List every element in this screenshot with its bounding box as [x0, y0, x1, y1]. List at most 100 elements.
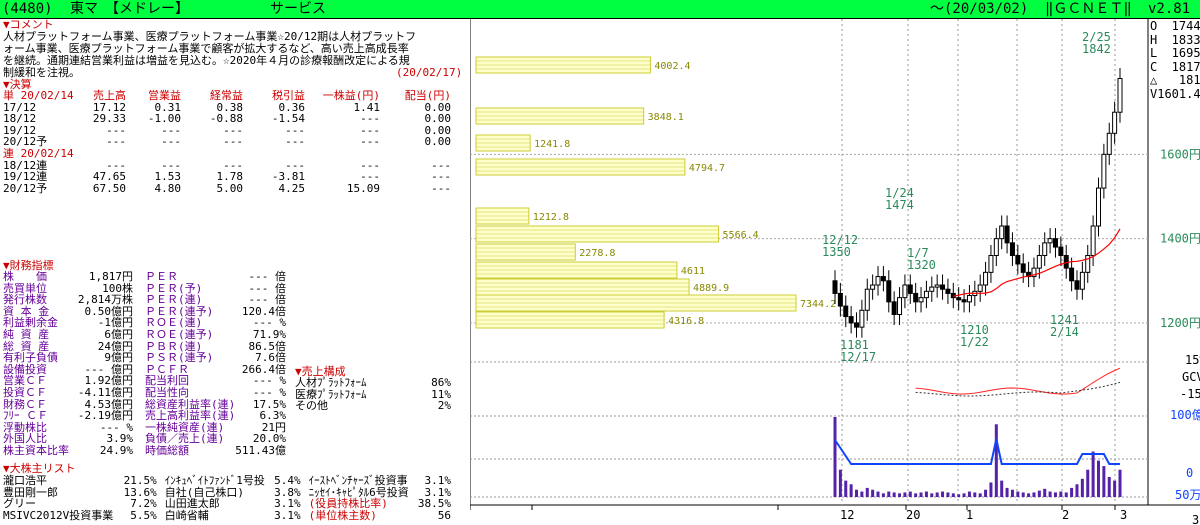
candle-body — [843, 305, 849, 318]
candle-body — [966, 295, 972, 303]
profile-value: 1212.8 — [533, 212, 569, 223]
candle-body — [859, 309, 865, 328]
volume-bar — [989, 482, 993, 497]
shareholder-ratio: 21.5% — [123, 474, 157, 487]
row-value: 9億円 — [104, 351, 133, 365]
right-edge-digit: 3 — [1192, 513, 1199, 525]
row-label: 株主資本比率 — [3, 443, 69, 457]
settlement-header-row: 単 20/02/14 売上高 営業益 経常益 税引益 一株益(円) 配当(円) — [3, 90, 451, 102]
candle-body — [956, 297, 962, 301]
candle-body — [1052, 238, 1058, 248]
candle-body — [1101, 153, 1107, 189]
market: 東マ — [70, 1, 98, 17]
volume-ratio-line — [834, 438, 1120, 465]
row-label: 売上高利益率(連) — [145, 409, 236, 423]
volume-bar — [844, 480, 848, 497]
volume-bar — [887, 491, 891, 497]
profile-value: 5566.4 — [723, 230, 759, 241]
candle-body — [1074, 280, 1080, 290]
volume-bar — [919, 492, 923, 497]
candle-body — [1117, 78, 1123, 113]
row-label: 投資ＣＦ — [3, 385, 47, 399]
row-label: 人材ﾌﾟﾗｯﾄﾌｫｰﾑ — [295, 376, 367, 389]
row-label: 19/12連 — [3, 170, 48, 184]
cell: 1.53 — [154, 170, 182, 184]
volume-bar — [838, 469, 842, 497]
row-value: 6億円 — [104, 327, 133, 341]
row-label: 配当性向 — [145, 385, 189, 399]
candle-body — [854, 322, 860, 328]
gcv-panel — [915, 367, 1121, 397]
price-axis-label: 1200円 — [1160, 316, 1200, 330]
candle-body — [875, 276, 881, 286]
update-date: 〜(20/03/02) — [930, 1, 1029, 17]
gcv-axis-label: 15% — [1185, 353, 1200, 367]
cell: 1.78 — [216, 170, 244, 184]
row-value: 511.43億 — [235, 443, 286, 457]
annotation-label: 2/14 — [1050, 325, 1079, 339]
candle-body — [1009, 242, 1015, 257]
candle-body — [1042, 242, 1048, 257]
volume-bar — [984, 489, 988, 497]
volume-bar — [871, 489, 875, 497]
volume-bar — [1016, 491, 1020, 497]
settlement-table: 単 20/02/14 売上高 営業益 経常益 税引益 一株益(円) 配当(円) … — [3, 90, 451, 194]
volume-bar — [849, 484, 853, 497]
shareholder-ratio: 5.5% — [130, 508, 157, 522]
volume-bar — [1048, 491, 1052, 497]
profile-value: 3848.1 — [648, 112, 684, 123]
ohlc-row: V1601.4 — [1150, 86, 1200, 101]
row-label: 純 資 産 — [3, 327, 50, 341]
candle-body — [886, 280, 892, 303]
x-axis-label: 12 — [840, 508, 854, 522]
candle-body — [902, 284, 908, 299]
cell: 4.80 — [154, 181, 182, 195]
volume-bar — [1027, 493, 1031, 497]
volume-bar — [1113, 480, 1117, 497]
volume-bar — [898, 493, 902, 497]
table-row: ＰＥＲ --- 倍 — [145, 271, 286, 283]
cell: 67.50 — [92, 181, 126, 195]
volume-bar — [1102, 466, 1106, 497]
volume-bar — [1053, 492, 1057, 497]
row-value: 6.3% — [259, 409, 287, 423]
col-header: 売上高 — [93, 89, 126, 102]
volume-bar — [930, 493, 934, 497]
profile-value: 2278.8 — [579, 248, 615, 259]
financial-right-table: ＰＥＲ --- 倍 ＰＥＲ(予) --- 倍 ＰＥＲ(連) --- 倍 ＰＥＲ(連予) 120… — [145, 271, 286, 457]
row-value: 24.9% — [99, 443, 133, 457]
candle-body — [929, 286, 935, 292]
gcv-axis-label: -15% — [1180, 387, 1200, 401]
candle-body — [891, 301, 897, 316]
volume-axis-label: 100億 — [1170, 408, 1200, 422]
volume-bar — [1005, 487, 1009, 497]
gcv-line — [915, 367, 1121, 395]
cell: --- — [161, 135, 181, 149]
cell: -3.81 — [271, 170, 305, 184]
table-row: ﾌﾘｰ ＣＦ -2.19億円 — [3, 410, 133, 422]
candle-body — [907, 284, 913, 294]
shareholder-name: 白崎省輔 — [164, 508, 209, 522]
settlement-consol-rows: 18/12連 --- --- --- --- --- --- 19/12連 47.65 1.53 1… — [3, 159, 451, 195]
candle-body — [870, 284, 876, 290]
row-label: ﾌﾘｰ ＣＦ — [3, 409, 49, 423]
price-axis-label: 1600円 — [1160, 147, 1200, 161]
table-row: 19/12連 47.65 1.53 1.78 -3.81 --- --- — [3, 171, 451, 183]
row-value: 86% — [431, 376, 451, 389]
candle-body — [988, 255, 994, 273]
cell: --- — [360, 170, 380, 184]
candle-body — [880, 276, 886, 282]
settlement-consol-label: 連 20/02/14 — [3, 146, 74, 160]
volume-bar — [1118, 469, 1122, 497]
shareholder-ratio: 3.1% — [424, 474, 452, 487]
annotation-label: 1/22 — [960, 335, 989, 349]
shareholder-row: MSIVC2012V投資事業 5.5% 白崎省輔 3.1% (単位株主数) 56 — [3, 510, 451, 522]
candle-body — [1020, 263, 1026, 273]
x-axis-label: 20 — [906, 508, 920, 522]
table-row: 株主資本比率 24.9% — [3, 445, 133, 457]
candle-body — [1047, 238, 1053, 244]
row-value: -2.19億円 — [77, 409, 133, 423]
settlement-label: 単 20/02/14 — [3, 89, 74, 102]
volume-bar — [1043, 488, 1047, 497]
volume-bar — [1107, 477, 1111, 497]
